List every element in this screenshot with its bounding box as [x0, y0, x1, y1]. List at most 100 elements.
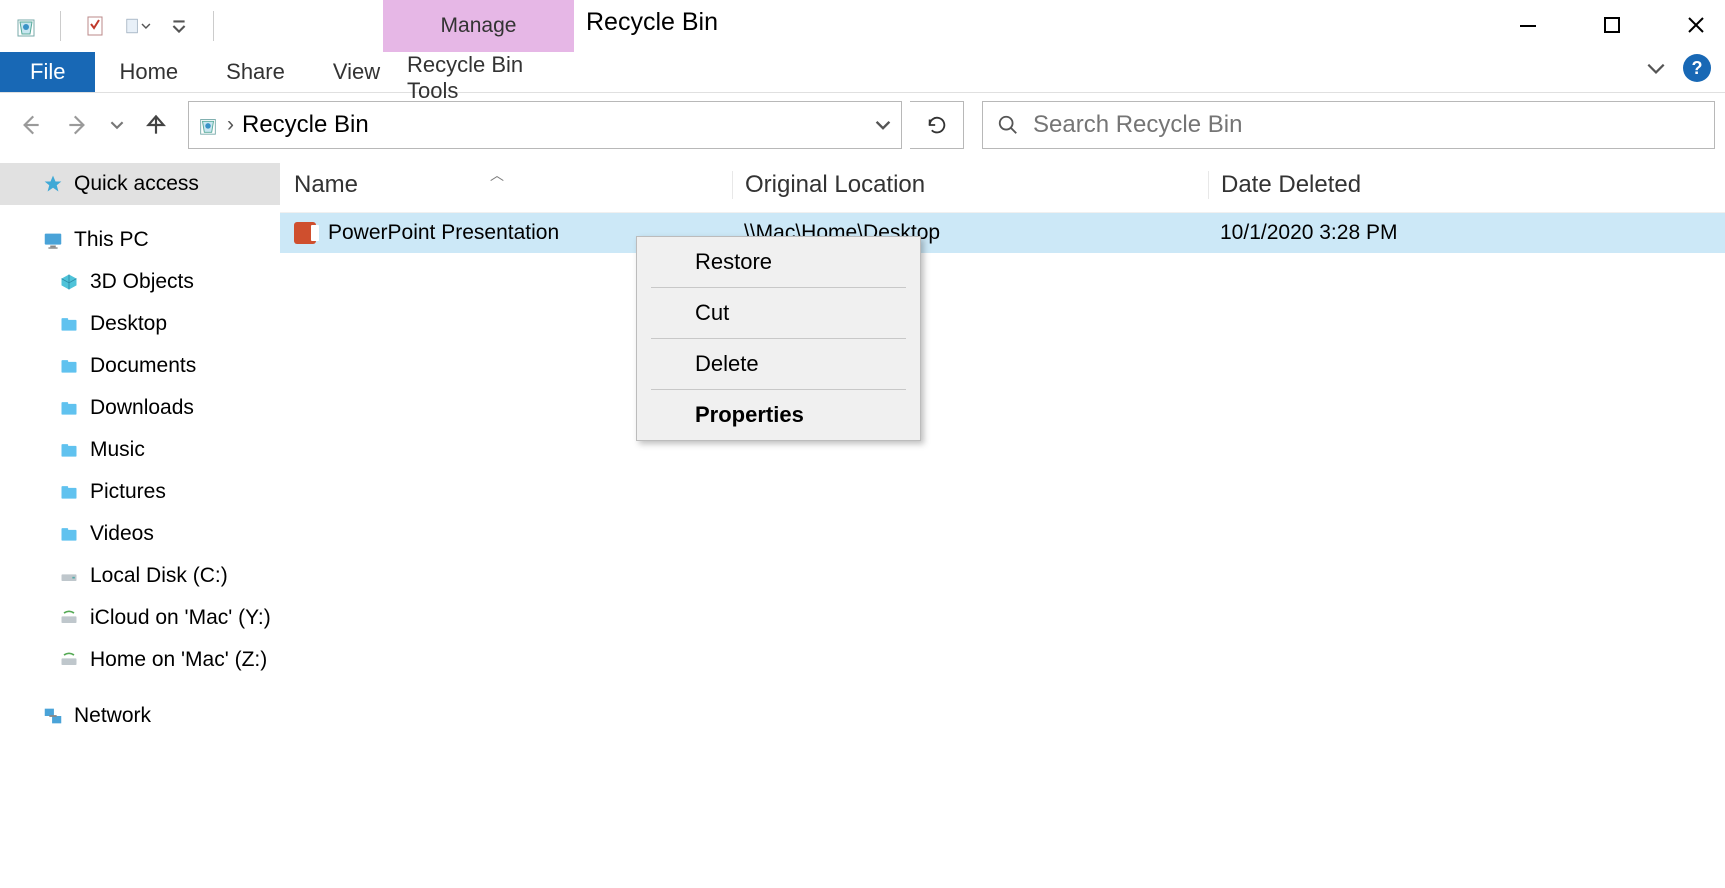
sidebar-item-label: Local Disk (C:): [90, 564, 228, 588]
folder-icon: [58, 397, 80, 419]
sidebar-item-label: iCloud on 'Mac' (Y:): [90, 606, 271, 630]
menu-label: Cut: [695, 300, 729, 326]
context-menu-cut[interactable]: Cut: [637, 288, 920, 338]
sidebar-item-label: Network: [74, 704, 151, 728]
maximize-button[interactable]: [1593, 6, 1631, 44]
powerpoint-icon: [294, 222, 316, 244]
column-header-date[interactable]: Date Deleted: [1208, 171, 1725, 199]
quick-access-toolbar: [0, 11, 220, 41]
sidebar-item-label: Pictures: [90, 480, 166, 504]
sidebar-item-label: Desktop: [90, 312, 167, 336]
menu-label: Restore: [695, 249, 772, 275]
file-date-cell: 10/1/2020 3:28 PM: [1208, 221, 1725, 245]
sidebar-item-downloads[interactable]: Downloads: [0, 387, 280, 429]
file-row[interactable]: PowerPoint Presentation \\Mac\Home\Deskt…: [280, 213, 1725, 253]
window-controls: [1509, 6, 1715, 44]
tab-file[interactable]: File: [0, 52, 95, 92]
navigation-pane: Quick access This PC 3D Objects Desktop …: [0, 157, 280, 888]
sidebar-item-this-pc[interactable]: This PC: [0, 219, 280, 261]
sidebar-item-local-disk-c[interactable]: Local Disk (C:): [0, 555, 280, 597]
sidebar-item-label: Downloads: [90, 396, 194, 420]
new-folder-icon[interactable]: [123, 12, 151, 40]
column-label: Date Deleted: [1221, 171, 1361, 198]
tab-label: Home: [119, 59, 178, 85]
ribbon-tabs: File Home Share View Recycle Bin Tools ?: [0, 52, 1725, 93]
pc-icon: [42, 229, 64, 251]
recycle-bin-icon[interactable]: [12, 12, 40, 40]
context-menu-delete[interactable]: Delete: [637, 339, 920, 389]
context-menu: Restore Cut Delete Properties: [636, 236, 921, 441]
breadcrumb-chevron-icon[interactable]: ›: [227, 113, 234, 137]
sidebar-item-documents[interactable]: Documents: [0, 345, 280, 387]
folder-icon: [58, 481, 80, 503]
folder-icon: [58, 439, 80, 461]
drive-icon: [58, 565, 80, 587]
recent-locations-button[interactable]: [106, 105, 128, 145]
sidebar-item-icloud-drive[interactable]: iCloud on 'Mac' (Y:): [0, 597, 280, 639]
refresh-button[interactable]: [910, 101, 964, 149]
file-list: ︿ Name Original Location Date Deleted Po…: [280, 157, 1725, 888]
tab-recycle-bin-tools[interactable]: Recycle Bin Tools: [383, 52, 574, 104]
menu-label: Delete: [695, 351, 759, 377]
sidebar-item-network[interactable]: Network: [0, 695, 280, 737]
tab-label: Recycle Bin Tools: [407, 52, 550, 104]
sidebar-item-label: Home on 'Mac' (Z:): [90, 648, 267, 672]
star-icon: [42, 173, 64, 195]
tab-label: Share: [226, 59, 285, 85]
search-icon: [997, 114, 1019, 136]
sidebar-item-desktop[interactable]: Desktop: [0, 303, 280, 345]
folder-icon: [58, 523, 80, 545]
title-bar: Manage Recycle Bin: [0, 0, 1725, 52]
context-menu-properties[interactable]: Properties: [637, 390, 920, 440]
search-input[interactable]: [1033, 111, 1700, 139]
ribbon-right: ?: [1645, 54, 1711, 82]
tab-home[interactable]: Home: [95, 52, 202, 92]
sidebar-item-label: 3D Objects: [90, 270, 194, 294]
recycle-bin-icon: [197, 114, 219, 136]
separator: [213, 11, 214, 41]
collapse-ribbon-icon[interactable]: [1645, 57, 1667, 79]
network-icon: [42, 705, 64, 727]
sidebar-item-quick-access[interactable]: Quick access: [0, 163, 280, 205]
nav-bar: › Recycle Bin: [0, 93, 1725, 157]
tab-label: File: [30, 59, 65, 85]
chevron-down-icon[interactable]: [141, 20, 151, 32]
column-headers: ︿ Name Original Location Date Deleted: [280, 157, 1725, 213]
sidebar-item-pictures[interactable]: Pictures: [0, 471, 280, 513]
network-drive-icon: [58, 607, 80, 629]
folder-icon: [58, 355, 80, 377]
chevron-down-icon[interactable]: [875, 117, 891, 133]
menu-label: Properties: [695, 402, 804, 428]
column-header-origin[interactable]: Original Location: [732, 171, 1208, 199]
sort-ascending-icon: ︿: [490, 165, 504, 185]
sidebar-item-3d-objects[interactable]: 3D Objects: [0, 261, 280, 303]
properties-icon[interactable]: [81, 12, 109, 40]
search-box[interactable]: [982, 101, 1715, 149]
sidebar-item-label: Documents: [90, 354, 196, 378]
column-label: Original Location: [745, 171, 925, 198]
ribbon-context-header: Manage: [383, 0, 574, 52]
up-button[interactable]: [136, 105, 176, 145]
column-header-name[interactable]: ︿ Name: [280, 171, 732, 199]
sidebar-item-home-drive[interactable]: Home on 'Mac' (Z:): [0, 639, 280, 681]
help-icon[interactable]: ?: [1683, 54, 1711, 82]
ribbon-context-label: Manage: [441, 14, 517, 38]
breadcrumb-location[interactable]: Recycle Bin: [242, 111, 369, 139]
minimize-button[interactable]: [1509, 6, 1547, 44]
column-label: Name: [294, 171, 358, 198]
back-button[interactable]: [10, 105, 50, 145]
tab-share[interactable]: Share: [202, 52, 309, 92]
forward-button[interactable]: [58, 105, 98, 145]
sidebar-item-label: Quick access: [74, 172, 199, 196]
sidebar-item-label: This PC: [74, 228, 149, 252]
cube-icon: [58, 271, 80, 293]
close-button[interactable]: [1677, 6, 1715, 44]
address-bar[interactable]: › Recycle Bin: [188, 101, 902, 149]
sidebar-item-label: Music: [90, 438, 145, 462]
sidebar-item-music[interactable]: Music: [0, 429, 280, 471]
separator: [60, 11, 61, 41]
context-menu-restore[interactable]: Restore: [637, 237, 920, 287]
customize-qat-icon[interactable]: [165, 12, 193, 40]
sidebar-item-videos[interactable]: Videos: [0, 513, 280, 555]
file-date: 10/1/2020 3:28 PM: [1220, 221, 1397, 244]
